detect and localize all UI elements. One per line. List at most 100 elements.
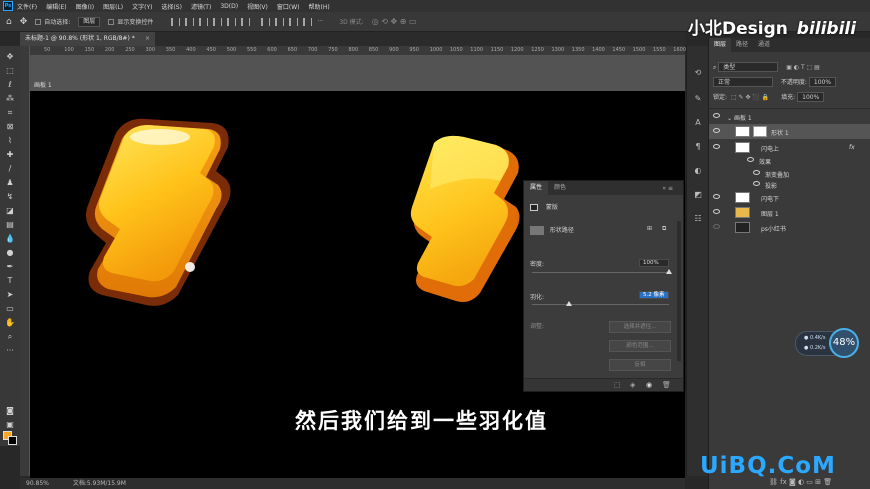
distribute-h-icon[interactable] [275, 17, 285, 26]
pen-tool-icon[interactable]: ✒ [5, 262, 15, 271]
adjustments-icon[interactable]: ◐ [693, 166, 703, 175]
history-panel-icon[interactable]: ⟲ [693, 68, 703, 77]
lasso-tool-icon[interactable]: ℓ [5, 80, 15, 89]
move-tool-icon[interactable]: ✥ [20, 17, 28, 27]
lightning-bolt-right[interactable] [400, 133, 530, 308]
distribute-icon[interactable] [261, 17, 271, 26]
home-icon[interactable]: ⌂ [6, 17, 12, 27]
collapse-panel-icon[interactable]: » ≡ [662, 185, 673, 192]
menu-type[interactable]: 文字(Y) [132, 2, 152, 11]
shape-tool-icon[interactable]: ▭ [5, 304, 15, 313]
eraser-icon[interactable]: ◪ [5, 206, 15, 215]
brush-settings-icon[interactable]: ✎ [693, 94, 703, 103]
fx-badge[interactable]: fx [849, 144, 855, 151]
hand-tool-icon[interactable]: ✋ [5, 318, 15, 327]
show-transform-option[interactable]: 显示变换控件 [108, 17, 153, 26]
menu-help[interactable]: 帮助(H) [309, 2, 330, 11]
tab-properties[interactable]: 属性 [524, 181, 549, 195]
properties-panel-icon[interactable]: ☷ [693, 214, 703, 223]
distribute-v-icon[interactable] [289, 17, 299, 26]
styles-panel-icon[interactable]: ◩ [693, 190, 703, 199]
blur-tool-icon[interactable]: 💧 [5, 234, 15, 243]
visibility-eye-icon[interactable]: ◉ [646, 381, 652, 389]
layer-1[interactable]: 图层 1 [709, 205, 870, 220]
gradient-tool-icon[interactable]: ▤ [5, 220, 15, 229]
3d-orbit-icon[interactable]: ◎ ⟲ ✥ ⊕ ▭ [372, 17, 417, 26]
apply-mask-icon[interactable]: ◈ [630, 381, 635, 389]
menu-filter[interactable]: 滤镜(T) [191, 2, 211, 11]
add-vector-mask-icon[interactable]: ⧉ [662, 225, 666, 233]
path-selection-icon[interactable]: ➤ [5, 290, 15, 299]
feather-value[interactable]: 5.2 像素 [639, 291, 669, 299]
eyedropper-icon[interactable]: ⌇ [5, 136, 15, 145]
zoom-tool-icon[interactable]: ⌕ [5, 332, 15, 341]
tab-channels[interactable]: 通道 [753, 38, 775, 52]
layer-ps-xiaohongshu[interactable]: ps小红书 [709, 220, 870, 235]
feather-slider-knob[interactable] [565, 301, 572, 306]
align-left-icon[interactable] [171, 17, 181, 26]
clone-stamp-icon[interactable]: ♟ [5, 178, 15, 187]
type-tool-icon[interactable]: T [5, 276, 15, 285]
paragraph-panel-icon[interactable]: ¶ [693, 142, 703, 151]
menu-edit[interactable]: 编辑(E) [46, 2, 66, 11]
kind-filter[interactable]: ⌕ 类型 ▣ ◐ T ⬚ ▤ [713, 62, 820, 72]
artboard-label[interactable]: 画板 1 [34, 80, 52, 89]
kind-dropdown[interactable]: 类型 [718, 62, 779, 72]
visibility-eye-icon[interactable] [753, 181, 760, 186]
load-selection-icon[interactable]: ⬚ [614, 381, 621, 389]
visibility-eye-icon[interactable] [747, 157, 754, 162]
layers-footer-icons[interactable]: ⛓ fx ◙ ◐ ▭ ⊞ 🗑 [769, 478, 832, 486]
menu-view[interactable]: 视图(V) [247, 2, 268, 11]
visibility-eye-icon[interactable] [753, 170, 760, 175]
delete-mask-icon[interactable]: 🗑 [662, 381, 671, 389]
layer-bolt-bottom[interactable]: 闪电下 [709, 190, 870, 205]
document-tab[interactable]: 未标题-1 @ 90.8% (形状 1, RGB/8#) * × [20, 32, 155, 46]
density-slider[interactable] [532, 272, 669, 273]
density-slider-knob[interactable] [666, 269, 672, 274]
distribute-spacing-icon[interactable] [303, 17, 313, 26]
align-center-icon[interactable] [185, 17, 195, 26]
color-range-button[interactable]: 颜色范围... [609, 340, 671, 352]
visibility-eye-icon[interactable] [713, 144, 720, 149]
character-panel-icon[interactable]: A [693, 118, 703, 127]
menu-layer[interactable]: 图层(L) [103, 2, 123, 11]
visibility-eye-icon[interactable] [713, 209, 720, 214]
frame-tool-icon[interactable]: ⊠ [5, 122, 15, 131]
auto-select-checkbox[interactable] [35, 18, 42, 25]
tab-color[interactable]: 颜色 [548, 181, 572, 195]
align-right-icon[interactable] [199, 17, 209, 26]
show-transform-checkbox[interactable] [108, 18, 115, 25]
opacity-value[interactable]: 100% [808, 77, 837, 87]
lightning-bolt-left[interactable] [80, 111, 240, 311]
screen-mode-icon[interactable]: ▣ [5, 420, 15, 429]
more-tools-icon[interactable]: ··· [5, 346, 15, 355]
tab-layers[interactable]: 图层 [709, 38, 732, 52]
background-color-swatch[interactable] [8, 436, 17, 445]
invert-button[interactable]: 反相 [609, 359, 671, 371]
lock-icons[interactable]: ⬚ ✎ ✥ ⬛ 🔒 [731, 94, 769, 101]
brush-tool-icon[interactable]: / [5, 164, 15, 173]
visibility-eye-icon[interactable] [713, 194, 720, 199]
blend-mode-dropdown[interactable]: 正常 [713, 77, 773, 87]
layer-shape-1[interactable]: 形状 1 [709, 124, 870, 139]
menu-image[interactable]: 图像(I) [76, 2, 94, 11]
layer-artboard[interactable]: ⌄ 画板 1 [709, 109, 870, 124]
auto-select-dropdown[interactable]: 图层 [78, 16, 101, 27]
dodge-tool-icon[interactable]: ● [5, 248, 15, 257]
visibility-eye-icon[interactable] [713, 113, 720, 118]
menu-3d[interactable]: 3D(D) [220, 3, 238, 10]
visibility-eye-icon[interactable] [713, 224, 720, 229]
feather-slider[interactable] [532, 304, 669, 305]
menu-select[interactable]: 选择(S) [161, 2, 182, 11]
auto-select-option[interactable]: 自动选择: [35, 17, 70, 26]
align-top-icon[interactable] [213, 17, 223, 26]
quick-mask-icon[interactable]: ◙ [5, 406, 15, 415]
select-and-mask-button[interactable]: 选择并遮住... [609, 321, 671, 333]
magic-wand-icon[interactable]: ⁂ [5, 94, 15, 103]
properties-scrollbar[interactable] [677, 221, 681, 361]
marquee-tool-icon[interactable]: ⬚ [5, 66, 15, 75]
more-options-icon[interactable]: ··· [317, 18, 326, 26]
filter-icons[interactable]: ▣ ◐ T ⬚ ▤ [786, 64, 820, 71]
align-middle-icon[interactable] [227, 17, 237, 26]
close-tab-icon[interactable]: × [145, 32, 150, 46]
